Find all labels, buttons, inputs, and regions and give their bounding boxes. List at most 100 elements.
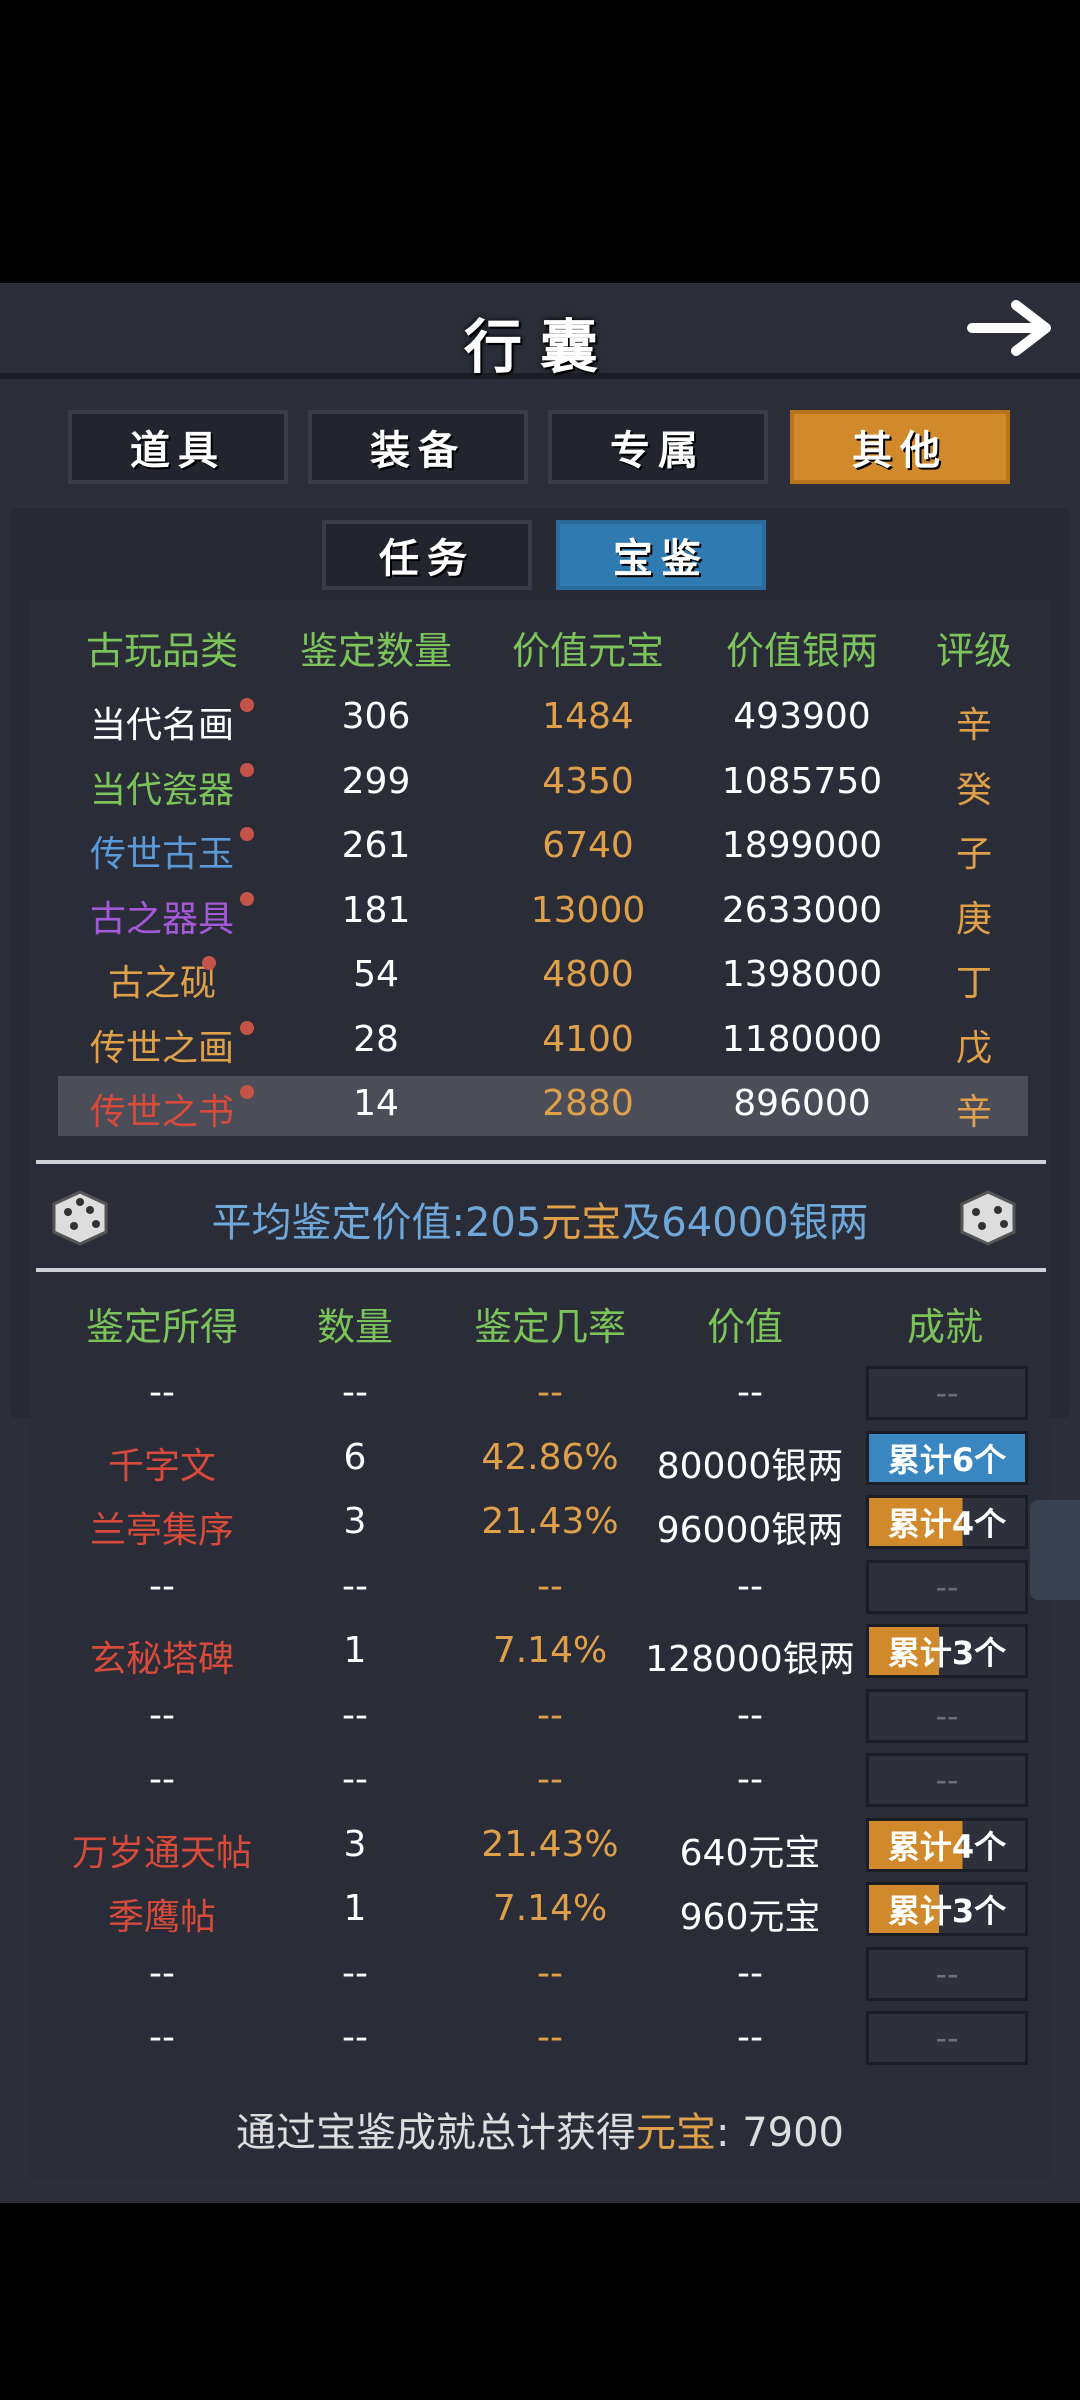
header-result-achievement: 成就 [906,1305,983,1349]
achievement-badge[interactable]: 累计3个 [866,1624,1028,1678]
result-rate: -- [537,1952,563,1994]
achievement-badge[interactable]: -- [866,1946,1028,2001]
header-silver: 价值银两 [725,629,878,673]
result-value: 80000银两 [656,1445,844,1487]
header-grade: 评级 [935,629,1012,673]
result-name: -- [149,2017,175,2058]
antique-silver: 1899000 [721,825,883,866]
achievement-badge[interactable]: -- [866,1688,1028,1743]
antique-yuanbao: 4350 [542,760,634,802]
result-value: -- [737,1372,763,1413]
result-name: -- [149,1372,175,1413]
result-count: -- [342,1565,368,1607]
header-category: 古玩品类 [85,629,238,673]
tab-items[interactable]: 道具 [68,410,288,484]
header-result-count: 数量 [316,1305,393,1349]
antique-yuanbao: 2880 [542,1083,634,1124]
antique-name: 传世之书 [89,1092,234,1133]
result-count: -- [342,1372,368,1413]
result-count: 6 [343,1436,367,1478]
arrow-right-icon[interactable] [966,295,1062,361]
result-value: -- [737,1565,763,1607]
result-count: -- [342,1952,368,1994]
result-count: 3 [343,1501,367,1542]
divider-top [36,1160,1046,1164]
subtab-tasks[interactable]: 任务 [322,520,532,590]
side-card[interactable] [1030,1500,1080,1600]
antique-count: 181 [341,889,411,931]
average-yuanbao-unit: 元宝 [541,1200,622,1246]
result-value: -- [737,1694,763,1736]
result-count: 1 [343,1630,367,1671]
antique-grade: 庚 [955,898,992,940]
tab-exclusive[interactable]: 专属 [548,410,768,484]
new-indicator-icon [240,1020,254,1035]
achievement-badge[interactable]: -- [866,2011,1028,2065]
antique-grade: 戊 [955,1027,992,1069]
result-count: -- [342,1759,368,1800]
footer-currency: 元宝 [636,2110,716,2156]
antique-yuanbao: 6740 [542,825,634,866]
antique-grade: 癸 [955,769,992,811]
result-rate: -- [537,1759,563,1800]
achievement-badge[interactable]: -- [866,1753,1028,1807]
antique-grade: 辛 [955,1092,992,1133]
antique-grade: 辛 [955,705,992,746]
antique-yuanbao: 4100 [542,1018,634,1060]
tab-other[interactable]: 其他 [790,410,1010,484]
result-count: 3 [343,1823,367,1865]
footer-value: : 7900 [716,2110,844,2156]
average-value: 平均鉴定价值:205元宝及64000银两 [0,1190,1080,1248]
antique-count: 28 [353,1018,399,1060]
header-result-rate: 鉴定几率 [473,1305,626,1349]
result-name: 玄秘塔碑 [89,1639,234,1680]
antique-count: 54 [353,954,399,995]
result-rate: 7.14% [492,1888,608,1929]
antique-name: 古之器具 [89,898,234,940]
achievement-badge[interactable]: 累计3个 [866,1882,1028,1936]
achievement-badge[interactable]: 累计6个 [866,1430,1028,1485]
average-label: 平均鉴定价值: [211,1200,465,1246]
result-name: 兰亭集序 [89,1510,234,1551]
antique-silver: 1398000 [721,954,883,995]
result-name: 季鹰帖 [107,1897,216,1938]
result-name: 万岁通天帖 [71,1832,252,1874]
page-title: 行囊 [463,313,616,381]
achievement-badge[interactable]: 累计4个 [866,1495,1028,1549]
antique-yuanbao: 4800 [542,954,634,995]
result-rate: 21.43% [481,1501,619,1542]
achievement-badge[interactable]: 累计4个 [866,1817,1028,1872]
dice-icon [960,1190,1016,1246]
antique-grade: 子 [955,834,992,875]
result-value: 640元宝 [679,1832,821,1874]
header-result-value: 价值 [706,1305,783,1349]
achievement-badge[interactable]: -- [866,1366,1028,1420]
average-silver: 64000银两 [661,1200,869,1246]
result-rate: -- [537,1694,563,1736]
result-name: -- [149,1565,175,1607]
result-value: 128000银两 [645,1639,855,1680]
header-yuanbao: 价值元宝 [511,629,664,673]
new-indicator-icon [240,762,254,777]
antique-name: 古之砚 [107,963,216,1004]
antique-name: 当代瓷器 [89,769,234,811]
result-value: -- [737,1759,763,1800]
new-indicator-icon [240,1085,254,1099]
result-name: -- [149,1694,175,1736]
antique-silver: 2633000 [721,889,883,931]
tab-equipment[interactable]: 装备 [308,410,528,484]
achievement-badge[interactable]: -- [866,1559,1028,1614]
result-value: -- [737,2017,763,2058]
average-yuanbao-amount: 205 [464,1200,542,1246]
result-count: -- [342,1694,368,1736]
antique-count: 306 [341,696,411,737]
result-rate: -- [537,2017,563,2058]
subtab-treasure[interactable]: 宝鉴 [556,520,766,590]
footer-label: 通过宝鉴成就总计获得 [236,2110,636,2156]
result-value: 96000银两 [656,1510,844,1551]
header-result-item: 鉴定所得 [85,1305,238,1349]
header-count: 鉴定数量 [299,629,452,673]
antique-yuanbao: 13000 [530,889,646,931]
antique-count: 299 [341,760,411,802]
result-rate: 7.14% [492,1630,608,1671]
